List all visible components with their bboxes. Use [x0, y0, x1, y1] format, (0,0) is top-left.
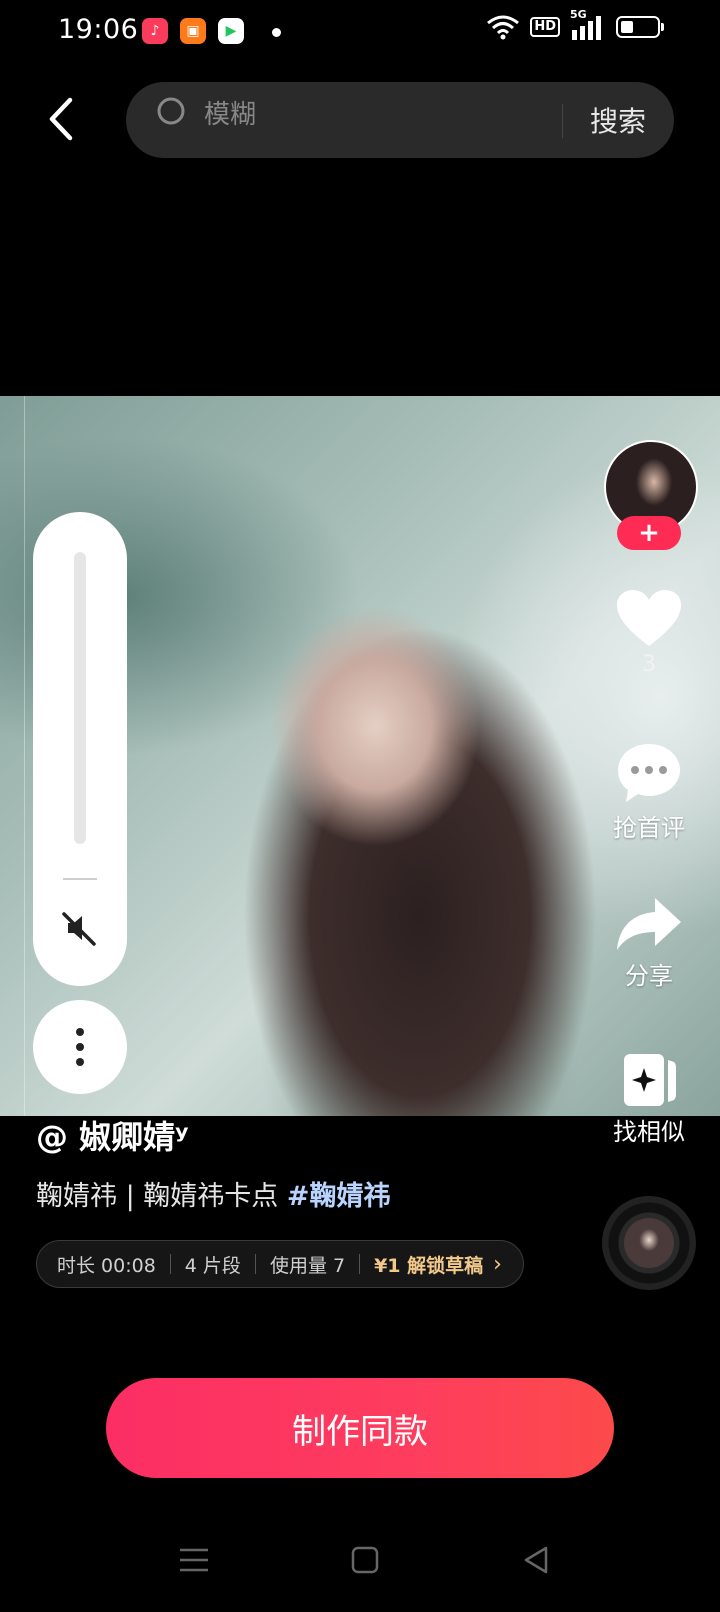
status-indicators: HD 5G	[486, 8, 664, 40]
status-bar: 19:06 ♪ ▣ ▶ HD 5G	[0, 0, 720, 64]
post-description: 鞠婧祎 | 鞠婧祎卡点 #鞠婧祎	[36, 1174, 390, 1213]
status-time: 19:06	[58, 14, 139, 45]
music-disc-button[interactable]	[602, 1196, 696, 1290]
search-input[interactable]: 模糊	[204, 94, 256, 131]
sparkle-card-icon	[624, 1054, 676, 1106]
signal-icon: 5G	[570, 8, 606, 40]
follow-button[interactable]: +	[617, 516, 681, 550]
hd-badge: HD	[530, 17, 560, 37]
video-icon: ▶	[218, 18, 244, 44]
more-dot-icon	[76, 1058, 84, 1066]
back-nav-icon[interactable]	[516, 1540, 556, 1580]
search-divider	[562, 104, 563, 138]
more-dot-icon	[76, 1043, 84, 1051]
chevron-right-icon: ›	[493, 1251, 502, 1277]
search-icon	[157, 97, 185, 125]
info-divider	[254, 1254, 256, 1274]
search-bar[interactable]: 模糊 搜索	[126, 82, 674, 158]
template-info-bar[interactable]: 时长 00:08 4 片段 使用量 7 ¥1 解锁草稿 ›	[36, 1240, 524, 1288]
volume-slider[interactable]	[74, 552, 86, 844]
share-label: 分享	[625, 962, 673, 990]
like-button[interactable]: 3	[594, 588, 704, 677]
network-type: 5G	[570, 8, 587, 21]
comment-label: 抢首评	[613, 814, 685, 842]
battery-icon	[616, 16, 664, 38]
info-divider	[359, 1254, 361, 1274]
hashtag-link[interactable]: #鞠婧祎	[287, 1181, 391, 1212]
wifi-icon	[487, 15, 520, 40]
info-divider	[169, 1254, 171, 1274]
find-similar-label: 找相似	[613, 1118, 685, 1146]
share-button[interactable]: 分享	[594, 896, 704, 991]
duration-text: 时长 00:08	[57, 1254, 156, 1277]
music-icon: ♪	[142, 18, 168, 44]
music-cover-image	[624, 1218, 674, 1268]
shop-icon: ▣	[180, 18, 206, 44]
usage-text: 使用量 7	[269, 1254, 346, 1277]
unlock-draft-link[interactable]: ¥1 解锁草稿	[374, 1251, 483, 1278]
notification-dot-icon	[272, 28, 281, 37]
more-options-button[interactable]	[33, 1000, 127, 1094]
menu-nav-icon[interactable]	[174, 1540, 214, 1580]
segments-text: 4 片段	[184, 1254, 241, 1277]
mute-icon[interactable]	[60, 908, 100, 948]
comment-icon	[618, 744, 680, 802]
more-dot-icon	[76, 1028, 84, 1036]
like-count: 3	[642, 652, 656, 677]
description-text: 鞠婧祎 | 鞠婧祎卡点	[36, 1181, 287, 1212]
back-button[interactable]	[40, 94, 84, 144]
author-name[interactable]: @ 婌卿婧ʸ	[36, 1112, 189, 1158]
make-same-button[interactable]: 制作同款	[106, 1378, 614, 1478]
volume-divider	[63, 878, 97, 880]
share-icon	[617, 898, 681, 950]
find-similar-button[interactable]: 找相似	[594, 1052, 704, 1147]
home-nav-icon[interactable]	[345, 1540, 385, 1580]
comment-button[interactable]: 抢首评	[594, 742, 704, 843]
heart-icon	[617, 590, 681, 646]
video-frame-line	[24, 396, 25, 1116]
volume-panel	[33, 512, 127, 986]
search-button[interactable]: 搜索	[590, 100, 646, 140]
